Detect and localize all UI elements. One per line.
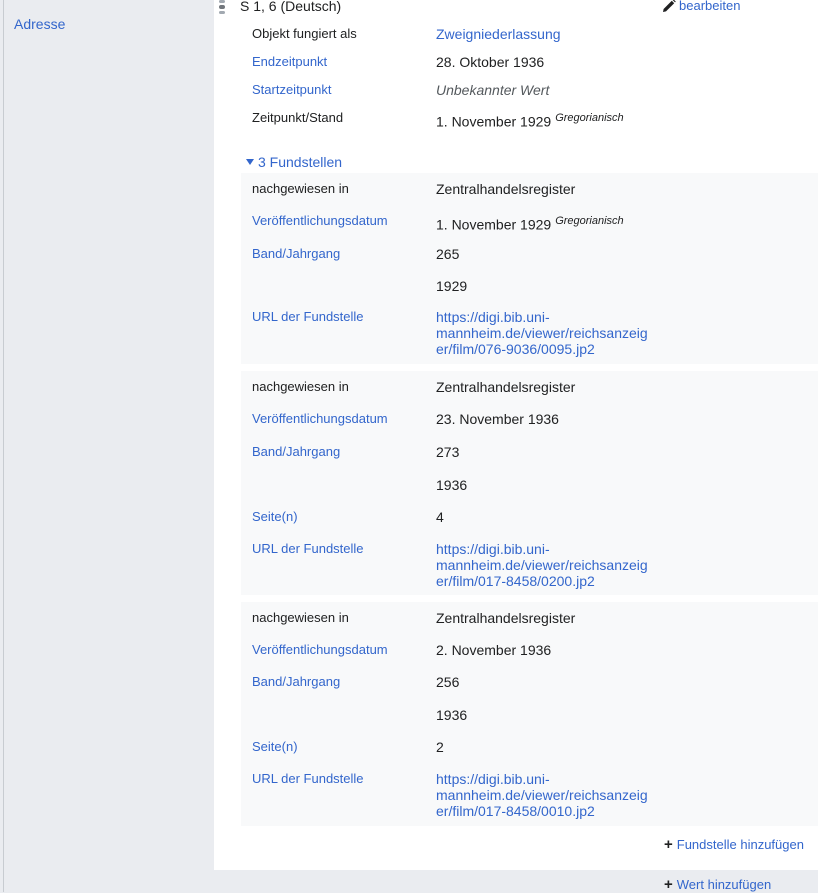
reference-label[interactable]: Veröffentlichungsdatum [252, 213, 432, 228]
statement-group: S 1, 6 (Deutsch) bearbeiten Objekt fungi… [214, 0, 818, 870]
url-line: mannheim.de/viewer/reichsanzeig [436, 325, 648, 341]
reference-value: Zentralhandelsregister [436, 181, 576, 197]
url-line: https://digi.bib.uni- [436, 771, 550, 787]
reference-value: 4 [436, 509, 444, 525]
reference-value: 1936 [436, 707, 468, 723]
qualifier-value-link[interactable]: Zweigniederlassung [436, 26, 656, 42]
add-value-label: Wert hinzufügen [676, 877, 772, 892]
reference-value: Zentralhandelsregister [436, 379, 576, 395]
reference-label[interactable]: Seite(n) [252, 739, 432, 754]
reference-value: 23. November 1936 [436, 411, 559, 427]
reference-value: 1. November 1929 Gregorianisch [436, 213, 656, 233]
statement-value: S 1, 6 (Deutsch) [240, 0, 342, 14]
reference-url-link[interactable]: https://digi.bib.uni-mannheim.de/viewer/… [436, 771, 656, 819]
reference-label[interactable]: nachgewiesen in [252, 379, 432, 394]
reference-label[interactable]: nachgewiesen in [252, 610, 432, 625]
reference-value: 256 [436, 674, 460, 690]
reference-block: nachgewiesen in Zentralhandelsregister V… [241, 173, 818, 364]
qualifier-label[interactable]: Objekt fungiert als [252, 26, 432, 41]
reference-value: 273 [436, 444, 460, 460]
reference-block: nachgewiesen in Zentralhandelsregister V… [241, 602, 818, 826]
reference-label[interactable]: Band/Jahrgang [252, 444, 432, 459]
date-value: 1. November 1929 [436, 113, 552, 130]
qualifier-value: 28. Oktober 1936 [436, 54, 545, 70]
reference-url-link[interactable]: https://digi.bib.uni-mannheim.de/viewer/… [436, 309, 656, 357]
reference-value: 2. November 1936 [436, 642, 552, 658]
property-column: Adresse [3, 0, 213, 892]
add-value-bar: + Wert hinzufügen [214, 870, 818, 893]
url-line: er/film/017-8458/0200.jp2 [436, 573, 595, 589]
add-reference-label: Fundstelle hinzufügen [676, 837, 804, 852]
reference-label[interactable]: Veröffentlichungsdatum [252, 642, 432, 657]
property-label-adresse[interactable]: Adresse [14, 16, 65, 32]
reference-label[interactable]: URL der Fundstelle [252, 541, 432, 556]
caret-down-icon [246, 159, 254, 165]
reference-value: 1929 [436, 278, 468, 294]
date-value: 1. November 1929 [436, 216, 552, 233]
url-line: mannheim.de/viewer/reichsanzeig [436, 787, 648, 803]
calendar-note: Gregorianisch [555, 215, 624, 227]
reference-label[interactable]: Veröffentlichungsdatum [252, 411, 432, 426]
references-toggle-label: 3 Fundstellen [258, 154, 343, 170]
reference-label[interactable]: Band/Jahrgang [252, 674, 432, 689]
pencil-icon [663, 0, 676, 12]
plus-icon: + [664, 836, 673, 853]
edit-button[interactable]: bearbeiten [662, 0, 740, 13]
reference-label[interactable]: URL der Fundstelle [252, 309, 432, 324]
reference-block: nachgewiesen in Zentralhandelsregister V… [241, 371, 818, 595]
reference-value: 265 [436, 246, 460, 262]
reference-value: 2 [436, 739, 444, 755]
url-line: https://digi.bib.uni- [436, 309, 550, 325]
reference-value: 1936 [436, 477, 468, 493]
qualifier-label[interactable]: Startzeitpunkt [252, 82, 432, 97]
reference-label[interactable]: nachgewiesen in [252, 181, 432, 196]
reference-value: Zentralhandelsregister [436, 610, 576, 626]
plus-icon: + [664, 876, 673, 893]
calendar-note: Gregorianisch [555, 112, 624, 124]
normal-rank-icon[interactable] [217, 0, 227, 14]
qualifier-value-unknown: Unbekannter Wert [436, 82, 550, 98]
qualifier-value: 1. November 1929 Gregorianisch [436, 110, 656, 130]
url-line: https://digi.bib.uni- [436, 541, 550, 557]
reference-label[interactable]: Band/Jahrgang [252, 246, 432, 261]
url-line: er/film/017-8458/0010.jp2 [436, 803, 595, 819]
add-reference-button[interactable]: + Fundstelle hinzufügen [664, 836, 804, 853]
qualifier-label[interactable]: Zeitpunkt/Stand [252, 110, 432, 125]
reference-label[interactable]: Seite(n) [252, 509, 432, 524]
reference-url-link[interactable]: https://digi.bib.uni-mannheim.de/viewer/… [436, 541, 656, 589]
url-line: er/film/076-9036/0095.jp2 [436, 341, 595, 357]
add-value-button[interactable]: + Wert hinzufügen [664, 876, 771, 893]
url-line: mannheim.de/viewer/reichsanzeig [436, 557, 648, 573]
edit-label: bearbeiten [679, 0, 741, 13]
reference-label[interactable]: URL der Fundstelle [252, 771, 432, 786]
qualifier-label[interactable]: Endzeitpunkt [252, 54, 432, 69]
references-toggle[interactable]: 3 Fundstellen [246, 154, 342, 170]
